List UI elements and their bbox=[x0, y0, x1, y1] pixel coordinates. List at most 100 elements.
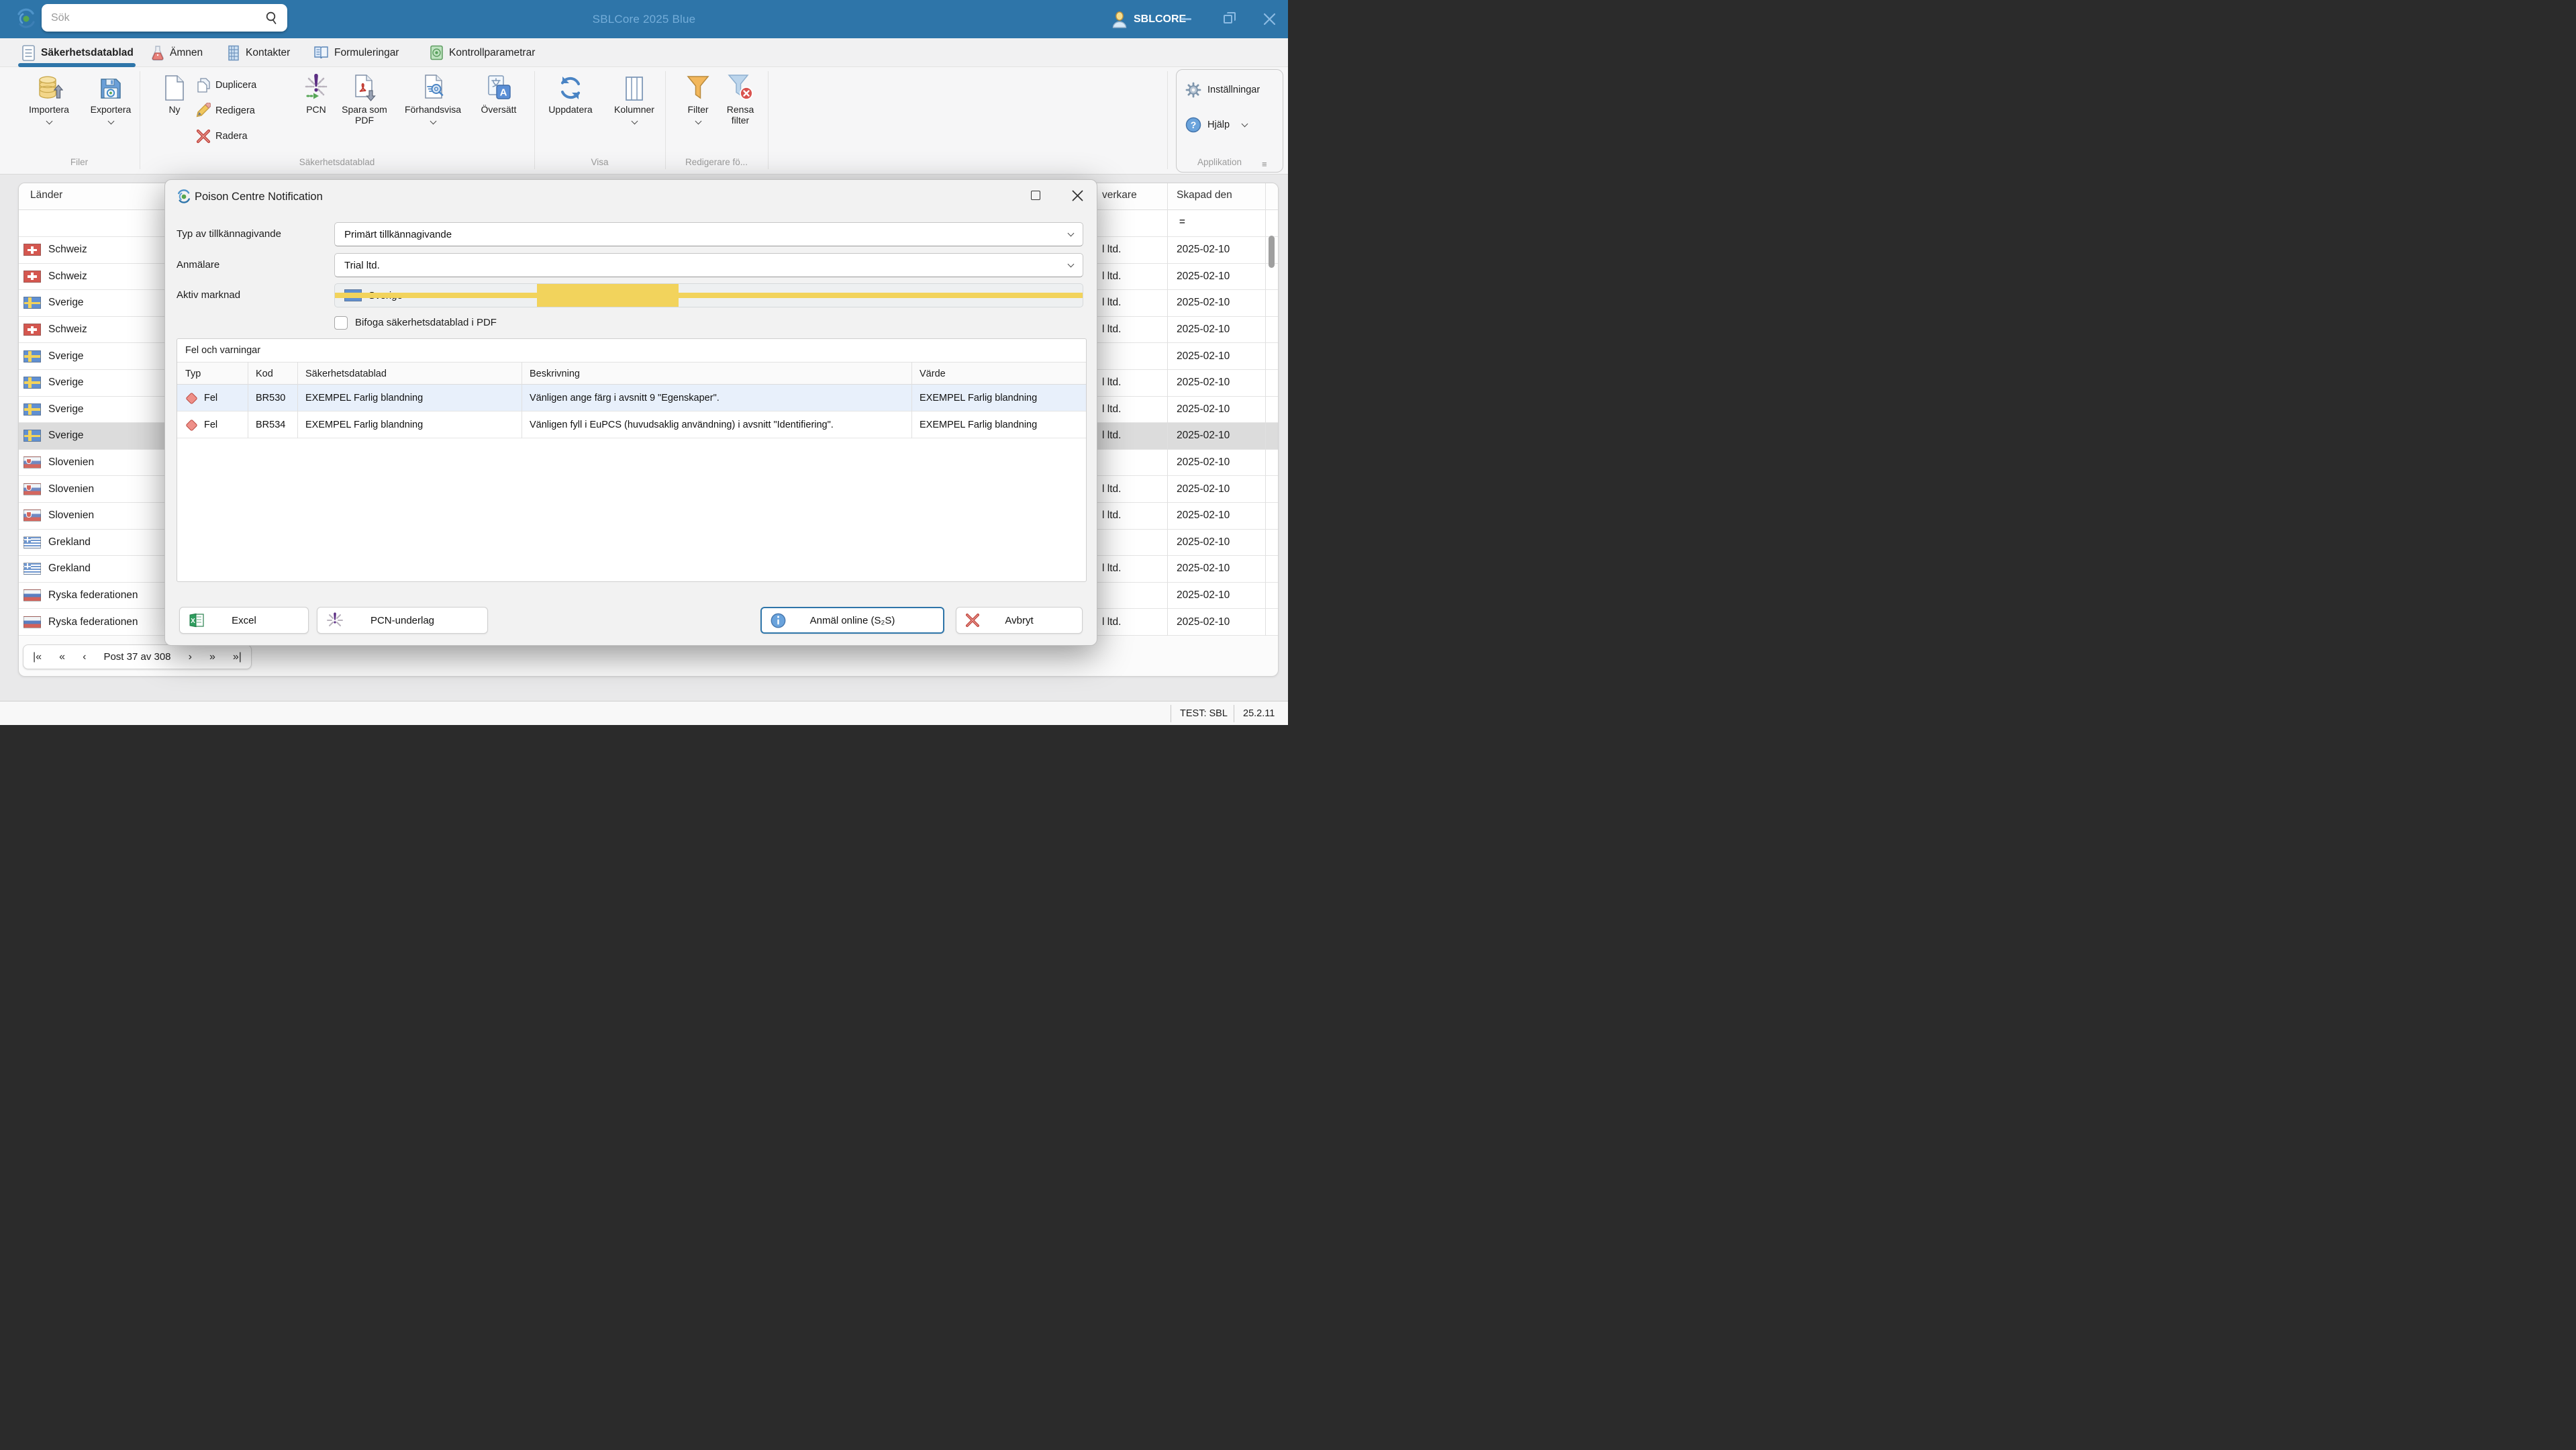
restore-icon bbox=[1224, 15, 1232, 23]
error-sdb-cell: EXEMPEL Farlig blandning bbox=[305, 412, 423, 438]
excel-icon: X bbox=[189, 613, 205, 628]
flag-icon bbox=[23, 430, 41, 442]
import-label: Importera bbox=[21, 104, 77, 115]
tab-kontrollparametrar[interactable]: Kontrollparametrar bbox=[430, 38, 535, 67]
tab-kontakter[interactable]: Kontakter bbox=[227, 38, 290, 67]
cancel-button[interactable]: Avbryt bbox=[956, 607, 1083, 634]
notification-type-select[interactable]: Primärt tillkännagivande bbox=[334, 222, 1083, 246]
save-as-pdf-label: Spara som PDF bbox=[336, 104, 393, 126]
maximize-button[interactable] bbox=[1212, 0, 1243, 38]
country-cell: Slovenien bbox=[48, 450, 94, 476]
refresh-label: Uppdatera bbox=[540, 104, 601, 115]
col-sdb[interactable]: Säkerhetsdatablad bbox=[305, 362, 387, 385]
error-icon bbox=[185, 419, 197, 431]
dialog-close-button[interactable] bbox=[1067, 187, 1087, 204]
fast-prev-button[interactable]: « bbox=[59, 651, 65, 663]
attach-pdf-label: Bifoga säkerhetsdatablad i PDF bbox=[355, 317, 497, 328]
save-as-pdf-button[interactable]: Spara som PDF bbox=[336, 72, 393, 126]
chevron-down-icon bbox=[1242, 120, 1248, 127]
column-header-countries[interactable]: Länder bbox=[30, 189, 62, 201]
environment-label: TEST: SBL bbox=[1180, 702, 1228, 725]
import-button[interactable]: Importera bbox=[21, 72, 77, 126]
translate-button[interactable]: A Översätt bbox=[472, 72, 526, 115]
chevron-down-icon bbox=[46, 118, 52, 125]
col-kod[interactable]: Kod bbox=[256, 362, 273, 385]
settings-button[interactable]: Inställningar bbox=[1185, 82, 1260, 98]
dialog-maximize-button[interactable] bbox=[1026, 187, 1046, 204]
country-cell: Ryska federationen bbox=[48, 583, 138, 609]
group-separator bbox=[534, 71, 535, 169]
user-icon bbox=[1111, 11, 1128, 28]
search-icon[interactable] bbox=[264, 11, 279, 26]
error-row[interactable]: Fel BR530 EXEMPEL Farlig blandning Vänli… bbox=[177, 385, 1086, 412]
vertical-scrollbar[interactable] bbox=[1269, 236, 1275, 268]
next-record-button[interactable]: › bbox=[189, 651, 192, 663]
flask-icon bbox=[151, 45, 164, 61]
created-date-cell: 2025-02-10 bbox=[1177, 317, 1271, 343]
dialog-title: Poison Centre Notification bbox=[195, 191, 323, 203]
clear-filter-button[interactable]: Rensa filter bbox=[718, 72, 762, 126]
error-row[interactable]: Fel BR534 EXEMPEL Farlig blandning Vänli… bbox=[177, 412, 1086, 438]
tab-formuleringar[interactable]: Formuleringar bbox=[313, 38, 399, 67]
tab-amnen[interactable]: Ämnen bbox=[151, 38, 203, 67]
notifier-select[interactable]: Trial ltd. bbox=[334, 253, 1083, 277]
attach-pdf-checkbox[interactable] bbox=[334, 316, 348, 330]
first-record-button[interactable]: |« bbox=[33, 651, 42, 663]
excel-button[interactable]: X Excel bbox=[179, 607, 309, 634]
translate-label: Översätt bbox=[472, 104, 526, 115]
flag-icon bbox=[23, 483, 41, 495]
columns-label: Kolumner bbox=[605, 104, 663, 115]
clear-filter-icon bbox=[718, 72, 762, 102]
refresh-button[interactable]: Uppdatera bbox=[540, 72, 601, 115]
column-header-manufacturer[interactable]: verkare bbox=[1102, 189, 1137, 201]
settings-label: Inställningar bbox=[1207, 85, 1260, 95]
col-varde[interactable]: Värde bbox=[920, 362, 946, 385]
flag-icon bbox=[23, 271, 41, 283]
new-button[interactable]: Ny bbox=[158, 72, 191, 115]
minimize-button[interactable] bbox=[1171, 0, 1201, 38]
export-icon bbox=[83, 72, 139, 102]
group-dialog-launcher-icon[interactable]: ≡ bbox=[1262, 159, 1267, 169]
duplicate-button[interactable]: Duplicera bbox=[196, 77, 256, 94]
manufacturer-cell: l ltd. bbox=[1102, 370, 1166, 396]
notification-type-value: Primärt tillkännagivande bbox=[344, 229, 452, 240]
error-value-cell: EXEMPEL Farlig blandning bbox=[920, 412, 1037, 438]
edit-button[interactable]: Redigera bbox=[196, 102, 255, 119]
export-button[interactable]: Exportera bbox=[83, 72, 139, 126]
col-beskrivning[interactable]: Beskrivning bbox=[530, 362, 580, 385]
preview-button[interactable]: Förhandsvisa bbox=[399, 72, 466, 126]
column-divider bbox=[1167, 183, 1168, 636]
date-filter-operator[interactable]: = bbox=[1179, 216, 1185, 228]
country-cell: Grekland bbox=[48, 530, 91, 556]
created-date-cell: 2025-02-10 bbox=[1177, 423, 1271, 449]
search-input[interactable] bbox=[50, 11, 264, 25]
submit-online-button[interactable]: Anmäl online (S₂S) bbox=[760, 607, 944, 634]
excel-label: Excel bbox=[232, 615, 256, 626]
country-cell: Sverige bbox=[48, 423, 84, 449]
group-label-applikation: Applikation bbox=[1176, 157, 1263, 167]
pcn-underlag-button[interactable]: PCN-underlag bbox=[317, 607, 488, 634]
col-typ[interactable]: Typ bbox=[185, 362, 201, 385]
filter-button[interactable]: Filter bbox=[677, 72, 720, 126]
prev-record-button[interactable]: ‹ bbox=[83, 651, 86, 663]
delete-button[interactable]: Radera bbox=[196, 128, 248, 145]
column-header-created[interactable]: Skapad den bbox=[1177, 189, 1232, 201]
flag-icon bbox=[344, 289, 362, 301]
chevron-down-icon bbox=[1068, 230, 1075, 237]
help-button[interactable]: ? Hjälp bbox=[1185, 117, 1247, 133]
manufacturer-cell: l ltd. bbox=[1102, 556, 1166, 582]
gear-icon bbox=[1185, 82, 1201, 98]
chevron-down-icon bbox=[695, 118, 701, 125]
flag-icon bbox=[23, 324, 41, 336]
close-button[interactable] bbox=[1254, 0, 1285, 38]
pcn-label: PCN bbox=[296, 104, 336, 115]
manufacturer-cell bbox=[1102, 530, 1166, 556]
global-search bbox=[42, 4, 287, 32]
last-record-button[interactable]: »| bbox=[233, 651, 242, 663]
manufacturer-cell: l ltd. bbox=[1102, 264, 1166, 290]
columns-button[interactable]: Kolumner bbox=[605, 72, 663, 126]
fast-next-button[interactable]: » bbox=[209, 651, 215, 663]
edit-label: Redigera bbox=[215, 105, 255, 116]
pcn-button[interactable]: PCN bbox=[296, 72, 336, 115]
minimize-icon bbox=[1181, 18, 1191, 20]
